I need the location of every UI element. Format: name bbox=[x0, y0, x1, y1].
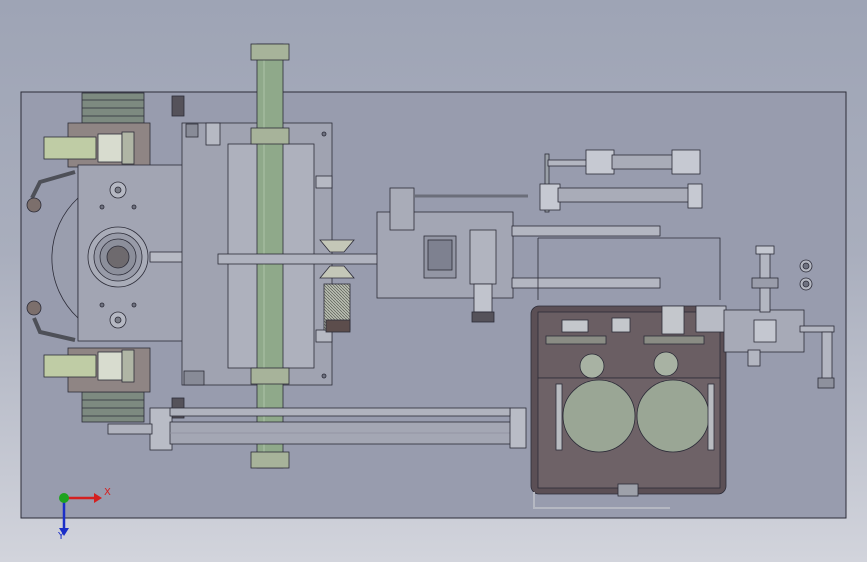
y-axis-label: Y bbox=[58, 531, 65, 542]
triad-origin bbox=[59, 493, 69, 503]
x-axis-label: X bbox=[104, 487, 111, 498]
cabinet[interactable] bbox=[530, 305, 727, 509]
assembly-drawing bbox=[20, 43, 847, 536]
lower-cylinder[interactable] bbox=[107, 407, 527, 451]
cad-viewport[interactable]: X Y bbox=[0, 0, 867, 562]
